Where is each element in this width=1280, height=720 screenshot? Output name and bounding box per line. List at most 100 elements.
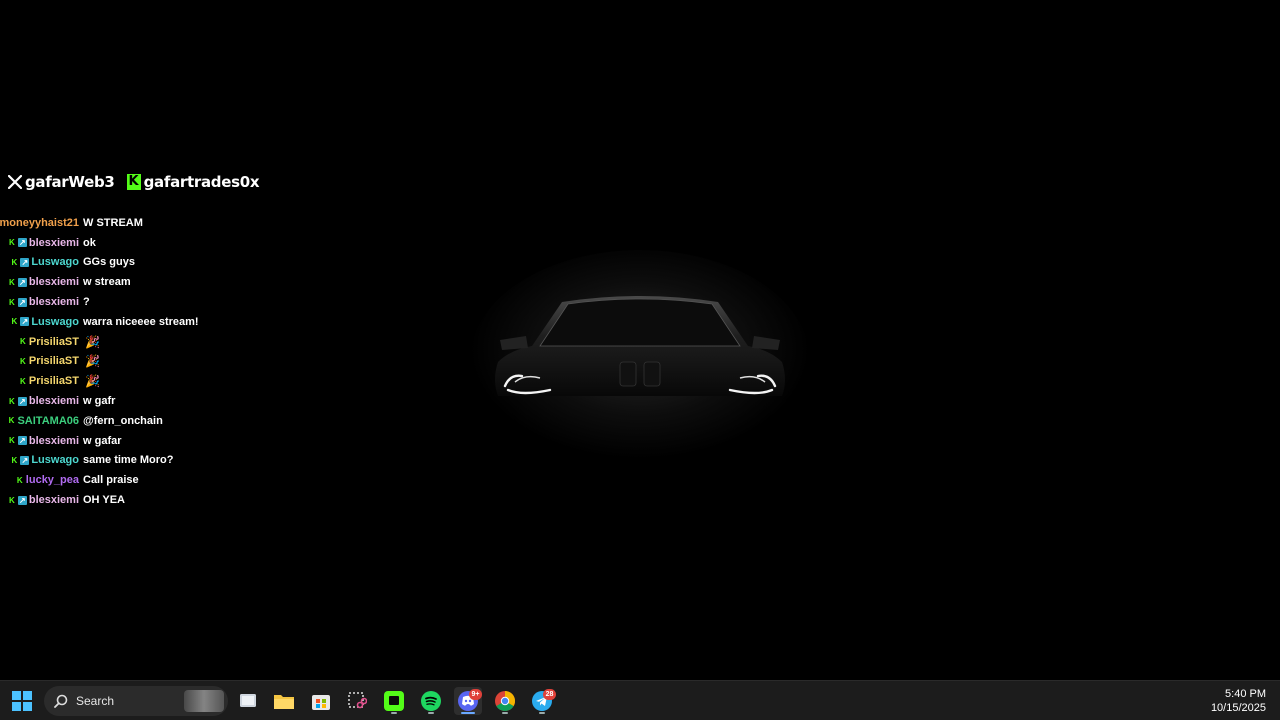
chat-message: K SAITAMA06 @fern_onchain [4, 411, 304, 431]
kick-handle-label: gafartrades0x [143, 173, 260, 191]
kick-badge-icon: K [8, 277, 15, 287]
chat-author: K ↗ blesxiemi [4, 237, 79, 249]
chat-username: Luswago [31, 315, 79, 328]
task-view-button[interactable] [234, 687, 262, 715]
system-clock[interactable]: 5:40 PM 10/15/2025 [1211, 687, 1266, 715]
spotify-icon [421, 691, 441, 711]
chat-author: K ↗ Luswago [4, 316, 79, 328]
kick-badge-icon: K [8, 238, 15, 248]
kick-logo-icon: K [126, 174, 141, 190]
chat-message: K ↗ blesxiemi ok [4, 233, 304, 253]
chat-username: moneyyhaist21 [0, 216, 79, 229]
discord-button[interactable]: 9+ [454, 687, 482, 715]
kick-badge-icon: K [8, 297, 15, 307]
chat-username: SAITAMA06 [17, 414, 79, 427]
kick-badge-icon: K [19, 356, 26, 366]
search-label: Search [76, 694, 115, 708]
clock-date: 10/15/2025 [1210, 702, 1266, 714]
snipping-tool-icon [348, 692, 367, 709]
chat-username: PrisiliaST [28, 355, 79, 368]
discord-active-indicator [461, 712, 475, 714]
microsoft-store-button[interactable] [307, 687, 335, 715]
subscriber-badge-icon: ↗ [20, 455, 30, 465]
chat-text: @fern_onchain [83, 414, 163, 427]
taskbar: Search 9+ 28 5:40 PM 10/15/2025 [0, 680, 1280, 720]
windows-logo-icon [12, 691, 32, 711]
x-handle-label: gafarWeb3 [25, 173, 115, 191]
discord-notification-badge: 9+ [469, 689, 482, 700]
subscriber-badge-icon: ↗ [17, 297, 27, 307]
chat-username: lucky_pea [25, 474, 79, 487]
chat-text: same time Moro? [83, 454, 174, 467]
kick-badge-icon: K [8, 396, 15, 406]
chat-author: K PrisiliaST [4, 355, 79, 367]
subscriber-badge-icon: ↗ [17, 396, 27, 406]
snipping-tool-button[interactable] [343, 687, 371, 715]
chat-emote-icon: 🎉 [85, 374, 100, 389]
chat-author: K ↗ blesxiemi [4, 395, 79, 407]
chat-author: K ↗ blesxiemi [4, 276, 79, 288]
kick-app-icon [384, 691, 404, 711]
chat-text: ? [83, 296, 90, 309]
clock-time: 5:40 PM [1225, 688, 1266, 700]
social-handles: gafarWeb3 K gafartrades0x [8, 171, 260, 193]
chat-username: blesxiemi [28, 395, 79, 408]
kick-badge-icon: K [11, 317, 18, 327]
chat-author: K SAITAMA06 [4, 415, 79, 427]
chrome-button[interactable] [491, 687, 519, 715]
subscriber-badge-icon: ↗ [20, 317, 30, 327]
x-logo-icon [8, 175, 22, 189]
kick-badge-icon: K [11, 455, 18, 465]
chat-author: K ↗ Luswago [4, 256, 79, 268]
taskbar-search[interactable]: Search [44, 686, 228, 716]
chat-message: K ↗ Luswago warra niceeee stream! [4, 312, 304, 332]
chat-username: Luswago [31, 454, 79, 467]
chat-author: K ↗ blesxiemi [4, 435, 79, 447]
kick-badge-icon: K [19, 337, 26, 347]
chat-overlay: moneyyhaist21 W STREAM K ↗ blesxiemi ok K ↗ Lusw… [0, 213, 304, 510]
chat-author: moneyyhaist21 [0, 217, 79, 229]
x-handle: gafarWeb3 [8, 173, 115, 191]
subscriber-badge-icon: ↗ [17, 238, 27, 248]
telegram-button[interactable]: 28 [528, 687, 556, 715]
kick-badge-icon: K [19, 376, 26, 386]
chat-author: K ↗ blesxiemi [4, 296, 79, 308]
chat-author: Klucky_pea [4, 474, 79, 486]
telegram-running-indicator [539, 712, 545, 714]
chat-message: moneyyhaist21 W STREAM [0, 213, 304, 233]
folder-icon [274, 695, 294, 709]
chat-text: OH YEA [83, 494, 125, 507]
kick-badge-icon: K [8, 436, 15, 446]
chat-message: K PrisiliaST 🎉 [4, 371, 304, 391]
chat-author: K PrisiliaST [4, 336, 79, 348]
subscriber-badge-icon: ↗ [17, 277, 27, 287]
chat-message: K ↗ blesxiemi w stream [4, 272, 304, 292]
chat-text: w gafar [83, 434, 122, 447]
chat-author: K ↗ Luswago [4, 454, 79, 466]
car-wallpaper-image [470, 250, 810, 470]
chat-message: K ↗ blesxiemi w gafr [4, 391, 304, 411]
chat-text: w gafr [83, 395, 116, 408]
chat-message: K ↗ blesxiemi w gafar [4, 431, 304, 451]
spotify-button[interactable] [417, 687, 445, 715]
chat-username: PrisiliaST [28, 335, 79, 348]
chat-username: blesxiemi [28, 434, 79, 447]
chat-username: Luswago [31, 256, 79, 269]
chat-message: K ↗ Luswago same time Moro? [4, 451, 304, 471]
file-explorer-button[interactable] [270, 687, 298, 715]
chrome-running-indicator [502, 712, 508, 714]
telegram-notification-badge: 28 [543, 689, 556, 700]
kick-badge-icon: K [8, 495, 15, 505]
kick-app-button[interactable] [380, 687, 408, 715]
start-button[interactable] [8, 687, 36, 715]
chat-text: warra niceeee stream! [83, 315, 199, 328]
chat-message: K ↗ blesxiemi? [4, 292, 304, 312]
chat-author: K ↗ blesxiemi [4, 494, 79, 506]
kick-badge-icon: K [8, 416, 15, 426]
chat-username: blesxiemi [28, 494, 79, 507]
chat-username: blesxiemi [28, 236, 79, 249]
chat-message: K PrisiliaST 🎉 [4, 352, 304, 372]
kick-handle: K gafartrades0x [126, 173, 260, 191]
search-icon [54, 694, 68, 708]
search-highlight-icon [184, 690, 224, 712]
